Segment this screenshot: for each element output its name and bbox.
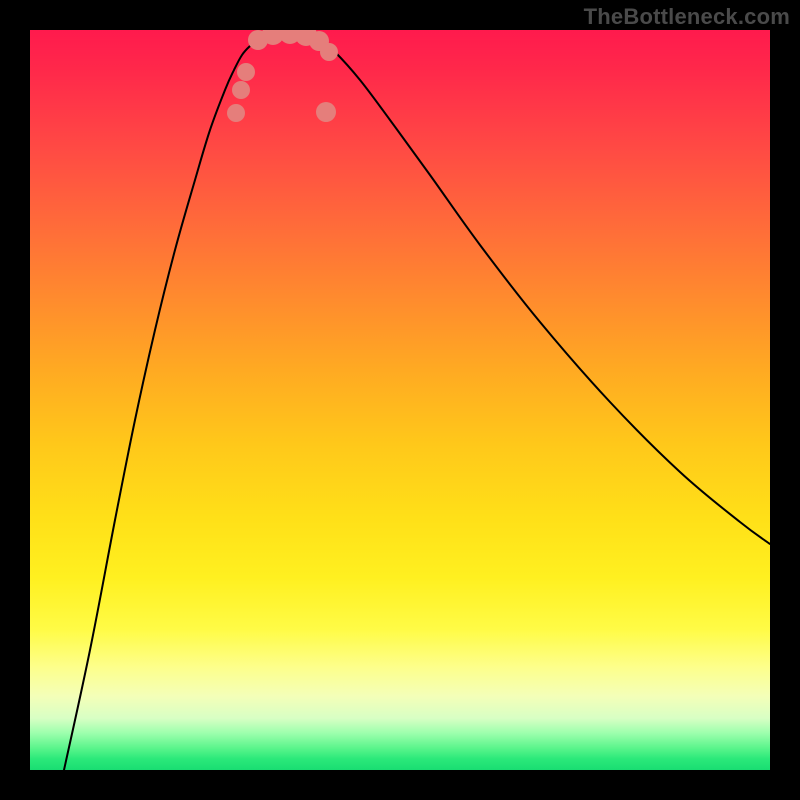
data-marker	[227, 104, 245, 122]
data-marker	[232, 81, 250, 99]
data-marker	[237, 63, 255, 81]
data-marker	[320, 43, 338, 61]
plot-area	[30, 30, 770, 770]
bottleneck-curve	[64, 32, 770, 770]
curve-group	[64, 32, 770, 770]
watermark-text: TheBottleneck.com	[584, 4, 790, 30]
chart-svg	[30, 30, 770, 770]
chart-frame: TheBottleneck.com	[0, 0, 800, 800]
data-marker	[316, 102, 336, 122]
marker-group	[227, 30, 338, 122]
